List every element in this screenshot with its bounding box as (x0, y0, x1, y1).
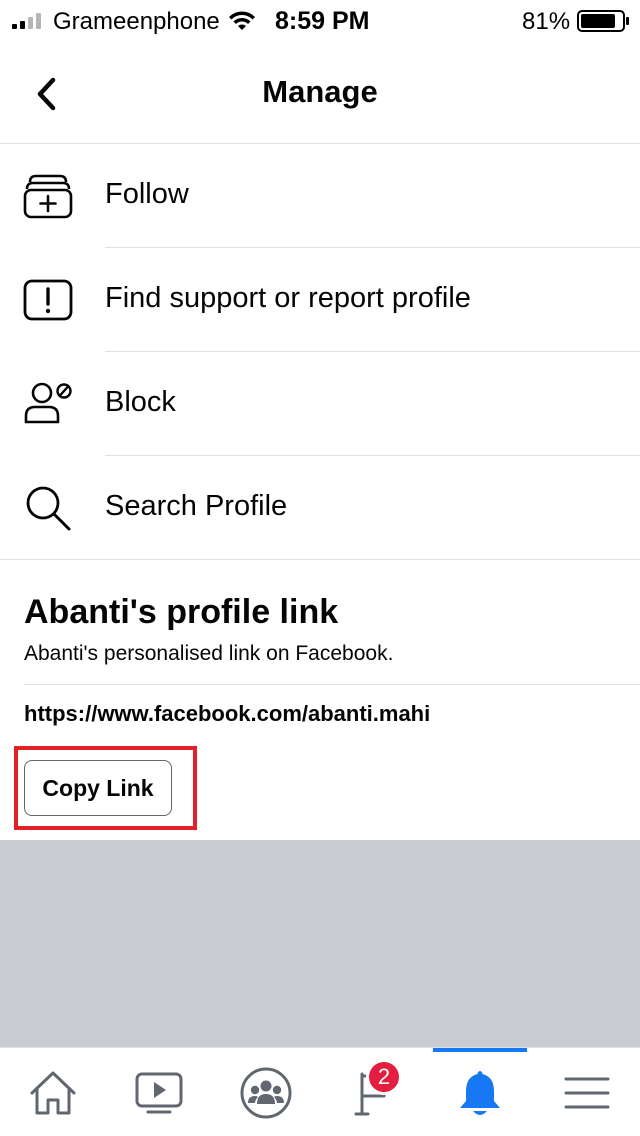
menu-item-label: Block (105, 386, 176, 418)
report-icon (22, 274, 74, 326)
wifi-icon (229, 11, 255, 30)
menu-item-block[interactable]: Block (0, 352, 640, 456)
search-icon (22, 482, 74, 534)
tab-watch[interactable] (106, 1048, 212, 1136)
follow-icon (22, 170, 74, 222)
status-bar: Grameenphone 8:59 PM 81% (0, 0, 640, 40)
tab-notifications[interactable] (427, 1048, 533, 1136)
cellular-signal-icon (12, 13, 41, 29)
carrier-name: Grameenphone (53, 8, 220, 35)
home-icon (30, 1071, 76, 1114)
groups-icon (240, 1067, 292, 1118)
menu-item-label: Follow (105, 178, 189, 210)
menu-item-search-profile[interactable]: Search Profile (0, 456, 640, 560)
menu-item-label: Find support or report profile (105, 282, 471, 314)
profile-link-title: Abanti's profile link (24, 593, 339, 631)
battery-icon (577, 10, 629, 32)
block-user-icon (22, 378, 74, 430)
menu-item-label: Search Profile (105, 490, 288, 522)
page-title: Manage (262, 74, 378, 109)
battery-percentage: 81% (522, 8, 571, 35)
status-time: 8:59 PM (275, 7, 370, 35)
divider (24, 684, 640, 685)
header: Manage (0, 40, 640, 144)
hamburger-icon (564, 1077, 610, 1108)
empty-background (0, 840, 640, 1047)
menu-item-follow[interactable]: Follow (0, 144, 640, 248)
menu-item-report[interactable]: Find support or report profile (0, 248, 640, 352)
tab-menu[interactable] (534, 1048, 640, 1136)
tab-groups[interactable] (213, 1048, 319, 1136)
bottom-tab-bar: 2 (0, 1047, 640, 1136)
tab-home[interactable] (0, 1048, 106, 1136)
manage-menu: Follow Find support or report profile Bl… (0, 144, 640, 560)
profile-link-section: Abanti's profile link Abanti's personali… (0, 560, 640, 840)
profile-url: https://www.facebook.com/abanti.mahi (24, 701, 431, 726)
notification-badge: 2 (366, 1059, 402, 1095)
bell-icon (460, 1070, 500, 1115)
profile-link-subtitle: Abanti's personalised link on Facebook. (24, 642, 394, 665)
copy-link-button[interactable]: Copy Link (24, 760, 172, 816)
video-icon (135, 1072, 183, 1113)
